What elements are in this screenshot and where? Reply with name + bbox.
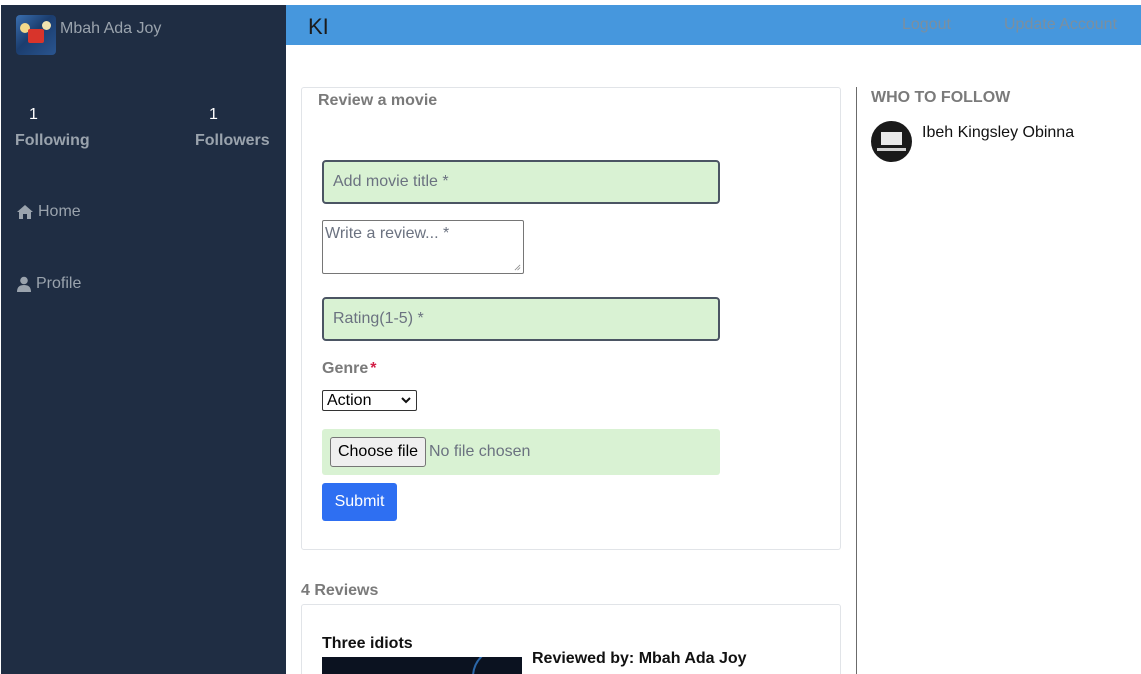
update-account-link[interactable]: Update Account xyxy=(1004,16,1117,34)
following-count: 1 xyxy=(29,106,38,123)
genre-selected-value: Action xyxy=(327,392,372,409)
rating-input[interactable]: Rating(1-5) * xyxy=(322,297,720,341)
followers-count: 1 xyxy=(209,106,218,123)
review-placeholder: Write a review... * xyxy=(325,225,450,242)
choose-file-button[interactable]: Choose file xyxy=(330,437,426,467)
logout-link[interactable]: Logout xyxy=(902,16,951,34)
following-stat[interactable]: 1 Following xyxy=(15,106,90,150)
sidebar-item-label: Profile xyxy=(36,275,82,292)
user-avatar xyxy=(16,15,56,55)
brand[interactable]: Mbah Ada Joy xyxy=(16,15,161,55)
sidebar-item-label: Home xyxy=(38,203,81,220)
page-title: KI xyxy=(308,14,329,39)
movie-poster xyxy=(322,657,522,674)
file-status: No file chosen xyxy=(429,443,531,460)
home-icon xyxy=(17,205,33,219)
sidebar-item-profile[interactable]: Profile xyxy=(16,275,81,293)
chevron-down-icon xyxy=(401,397,411,404)
review-movie-title: Three idiots xyxy=(322,635,413,652)
file-upload-row: Choose file No file chosen xyxy=(322,429,720,475)
laptop-base xyxy=(877,148,906,151)
app-page: Mbah Ada Joy 1 Following 1 Followers Hom… xyxy=(0,0,1141,674)
genre-label: Genre * xyxy=(322,360,376,378)
submit-button[interactable]: Submit xyxy=(322,483,397,521)
genre-label-text: Genre xyxy=(322,360,369,377)
brand-name: Mbah Ada Joy xyxy=(60,20,162,37)
genre-select[interactable]: Action xyxy=(322,390,417,411)
who-to-follow-title: WHO TO FOLLOW xyxy=(871,89,1011,106)
reviews-count: 4 Reviews xyxy=(301,582,379,599)
film-icon xyxy=(28,29,44,43)
required-mark: * xyxy=(370,360,377,377)
movie-title-input[interactable]: Add movie title * xyxy=(322,160,720,204)
poster-graphic xyxy=(472,657,522,674)
follow-suggestion[interactable]: Ibeh Kingsley Obinna xyxy=(871,121,1074,162)
followers-label: Followers xyxy=(195,132,270,149)
review-textarea[interactable]: Write a review... * xyxy=(322,220,524,274)
laptop-screen xyxy=(879,130,904,147)
user-icon xyxy=(17,276,31,292)
reviewed-by: Reviewed by: Mbah Ada Joy xyxy=(532,650,747,667)
top-bar: KI Logout Update Account xyxy=(286,5,1141,45)
sidebar: Mbah Ada Joy 1 Following 1 Followers Hom… xyxy=(1,5,286,674)
follow-suggestion-name: Ibeh Kingsley Obinna xyxy=(922,124,1075,141)
resize-handle-icon[interactable] xyxy=(514,264,521,271)
review-form-card: Review a movie Add movie title * Write a… xyxy=(301,87,841,550)
review-form-title: Review a movie xyxy=(318,92,438,109)
column-divider xyxy=(856,87,857,674)
followers-stat[interactable]: 1 Followers xyxy=(195,106,270,150)
laptop-avatar-icon xyxy=(871,121,912,162)
sidebar-item-home[interactable]: Home xyxy=(16,203,81,221)
following-label: Following xyxy=(15,132,90,149)
review-card: Three idiots Reviewed by: Mbah Ada Joy xyxy=(301,604,841,674)
